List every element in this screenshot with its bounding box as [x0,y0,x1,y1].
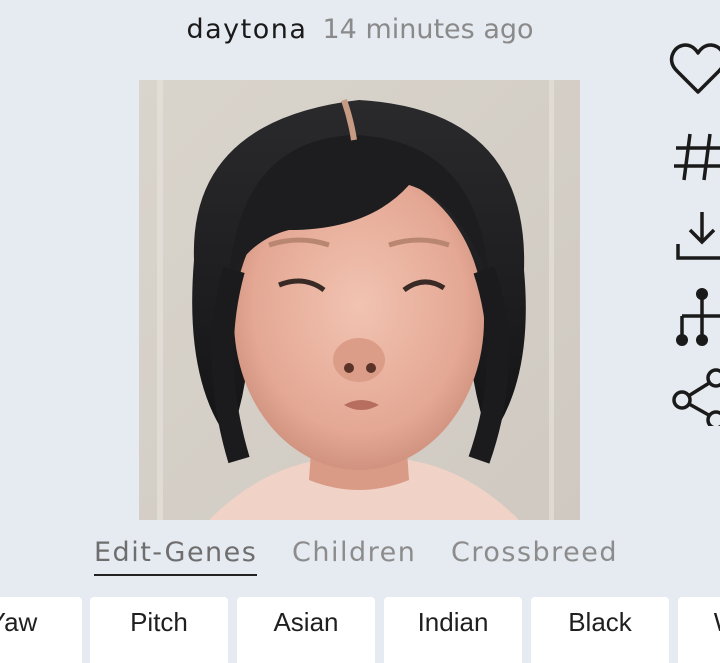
tab-children[interactable]: Children [292,537,416,574]
download-icon[interactable] [668,208,720,268]
gene-label: Yaw [0,607,38,637]
share-icon[interactable] [668,366,720,426]
gene-label: Black [568,607,632,637]
gene-label: White [678,607,720,638]
gene-card-yaw[interactable]: Yaw [0,597,82,663]
gene-card-white[interactable]: White [678,597,720,663]
gene-card-black[interactable]: Black [531,597,669,663]
heart-icon[interactable] [668,40,720,100]
portrait-illustration [139,80,580,520]
username[interactable]: daytona [186,14,307,45]
timestamp: 14 minutes ago [322,14,534,45]
tab-crossbreed[interactable]: Crossbreed [451,537,618,574]
post-header: daytona 14 minutes ago [0,14,720,45]
gene-slider-row: Yaw Pitch Asian Indian Black White [0,597,720,663]
gene-label: Pitch [130,607,188,637]
gene-label: Asian [273,607,339,637]
gene-card-asian[interactable]: Asian [237,597,375,663]
gene-card-indian[interactable]: Indian [384,597,522,663]
gene-label: Indian [417,607,489,637]
gene-card-pitch[interactable]: Pitch [90,597,228,663]
generated-portrait-image[interactable] [139,80,580,520]
family-tree-icon[interactable] [668,286,720,346]
hash-icon[interactable] [668,128,720,188]
tab-edit-genes[interactable]: Edit-Genes [94,537,258,576]
tab-bar: Edit-Genes Children Crossbreed [0,537,720,577]
